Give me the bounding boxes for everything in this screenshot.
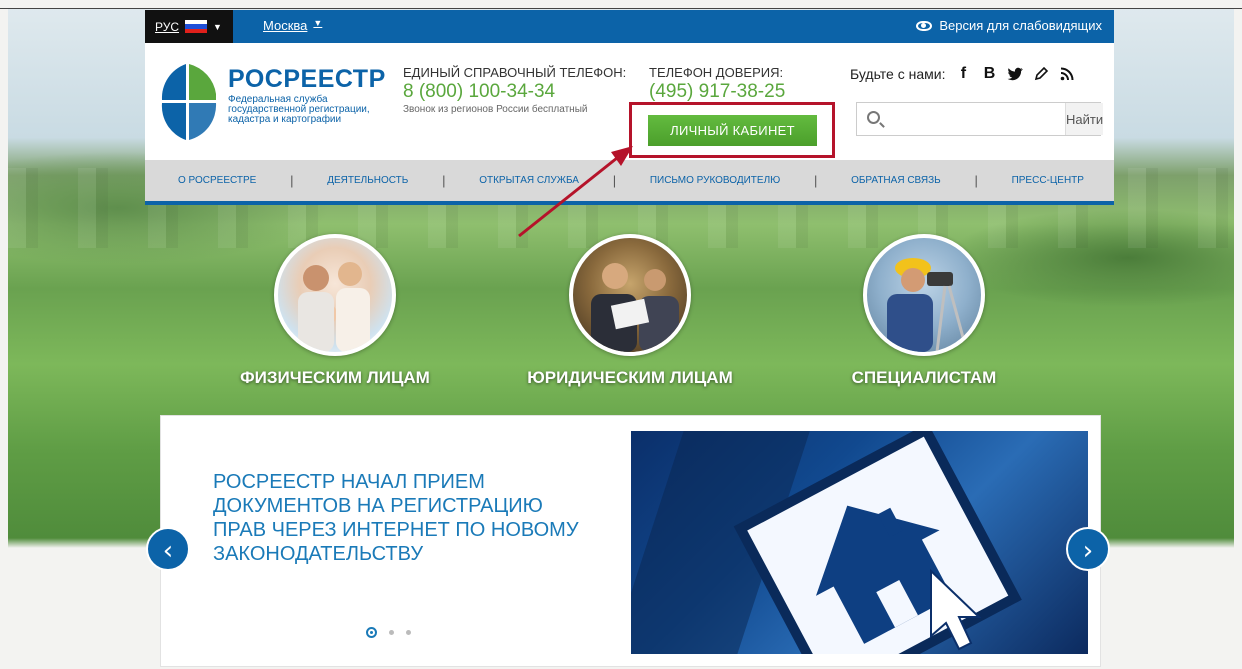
individuals-photo[interactable] [274,234,396,356]
search-icon [867,111,880,124]
audience-individuals[interactable]: ФИЗИЧЕСКИМ ЛИЦАМ [215,234,455,388]
trust-line-label: ТЕЛЕФОН ДОВЕРИЯ: [649,65,784,80]
individuals-label[interactable]: ФИЗИЧЕСКИМ ЛИЦАМ [215,368,455,388]
vkontakte-icon[interactable]: B [981,65,997,83]
audience-legal-entities[interactable]: ЮРИДИЧЕСКИМ ЛИЦАМ [510,234,750,388]
slider-dot[interactable] [389,630,394,635]
low-vision-link[interactable]: Версия для слабовидящих [916,18,1102,33]
specialists-photo[interactable] [863,234,985,356]
slider-dot-active[interactable] [366,627,377,638]
search-box: Найти [856,102,1104,136]
nav-separator: | [442,173,446,188]
facebook-icon[interactable]: f [955,65,971,83]
slide-title-line: ДОКУМЕНТОВ НА РЕГИСТРАЦИЮ [213,495,543,517]
nav-item-press-center[interactable]: ПРЕСС-ЦЕНТР [1012,175,1084,186]
rosreestr-logo-icon[interactable] [158,56,218,152]
brand-description: Федеральная служба государственной регис… [228,95,378,125]
chevron-down-icon: ▼ [213,21,222,32]
nav-item-letter-to-head[interactable]: ПИСЬМО РУКОВОДИТЕЛЮ [650,175,780,186]
nav-item-feedback[interactable]: ОБРАТНАЯ СВЯЗЬ [851,175,941,186]
brand-name: РОСРЕЕСТР [228,65,386,93]
rss-icon[interactable] [1059,67,1075,81]
legal-entities-label[interactable]: ЮРИДИЧЕСКИМ ЛИЦАМ [510,368,750,388]
nav-separator: | [974,173,978,188]
language-selector[interactable]: РУС ▼ [145,10,233,43]
slider-prev-button[interactable]: ‹ [146,527,190,571]
annotation-arrow-icon [518,146,633,238]
search-input[interactable] [857,103,1065,135]
slide-title[interactable]: РОСРЕЕСТР НАЧАЛ ПРИЕМ ДОКУМЕНТОВ НА РЕГИ… [213,470,613,566]
nav-separator: | [813,173,818,188]
nav-separator: | [290,173,294,188]
russian-flag-icon [185,20,208,33]
news-slider: РОСРЕЕСТР НАЧАЛ ПРИЕМ ДОКУМЕНТОВ НА РЕГИ… [160,415,1101,667]
nav-item-activity[interactable]: ДЕЯТЕЛЬНОСТЬ [327,175,408,186]
slide-title-line: ЗАКОНОДАТЕЛЬСТВУ [213,543,424,565]
blog-icon[interactable] [1033,67,1049,81]
eye-icon [916,20,933,31]
slide-image[interactable] [631,431,1088,654]
hotline-note: Звонок из регионов России бесплатный [403,104,588,115]
legal-entities-photo[interactable] [569,234,691,356]
city-selector[interactable]: Москва ▼ [263,18,322,33]
annotation-highlight-box [629,102,835,158]
brand-desc-line: кадастра и картографии [228,114,342,125]
low-vision-label[interactable]: Версия для слабовидящих [939,18,1102,33]
specialists-label[interactable]: СПЕЦИАЛИСТАМ [804,368,1044,388]
language-label[interactable]: РУС [155,20,179,34]
slider-dot[interactable] [406,630,411,635]
top-bar: РУС ▼ Москва ▼ Версия для слабовидящих [145,10,1114,43]
search-button[interactable]: Найти [1065,103,1104,135]
nav-item-about[interactable]: О РОСРЕЕСТРЕ [178,175,256,186]
audience-specialists[interactable]: СПЕЦИАЛИСТАМ [804,234,1044,388]
trust-line-number[interactable]: (495) 917-38-25 [649,81,829,103]
chevron-right-icon: › [1082,536,1094,566]
slide-title-line: ПРАВ ЧЕРЕЗ ИНТЕРНЕТ ПО НОВОМУ [213,519,579,541]
hotline-block: ЕДИНЫЙ СПРАВОЧНЫЙ ТЕЛЕФОН: 8 (800) 100-3… [403,65,638,115]
slide-title-line: РОСРЕЕСТР НАЧАЛ ПРИЕМ [213,471,485,493]
trust-line-block: ТЕЛЕФОН ДОВЕРИЯ: (495) 917-38-25 [649,65,829,103]
social-links: Будьте с нами: f B [850,65,1075,83]
twitter-icon[interactable] [1007,67,1024,81]
social-label: Будьте с нами: [850,66,946,82]
city-label[interactable]: Москва [263,18,307,33]
slider-next-button[interactable]: › [1066,527,1110,571]
slider-pagination [366,627,411,638]
brand-block[interactable]: РОСРЕЕСТР Федеральная служба государстве… [228,65,386,125]
window-top-rule [0,8,1242,9]
hotline-label: ЕДИНЫЙ СПРАВОЧНЫЙ ТЕЛЕФОН: [403,65,627,80]
chevron-left-icon: ‹ [162,536,174,566]
hotline-number[interactable]: 8 (800) 100-34-34 [403,81,638,103]
chevron-down-icon: ▼ [313,18,323,28]
